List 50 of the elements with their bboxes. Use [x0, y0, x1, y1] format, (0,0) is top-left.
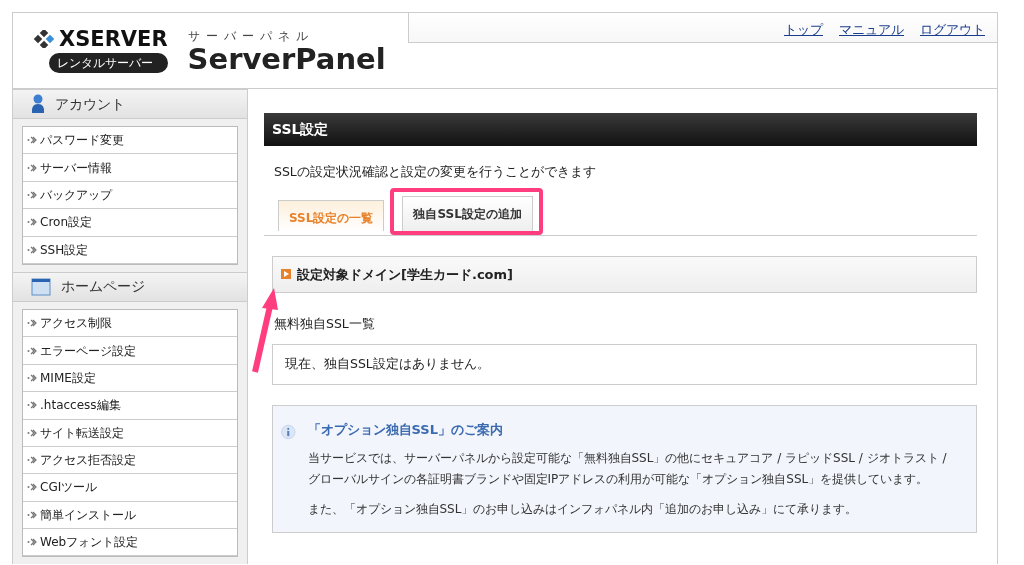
arrow-icon	[27, 373, 37, 382]
panel-title: ServerPanel	[187, 45, 386, 74]
arrow-icon	[27, 456, 37, 465]
sidebar-link[interactable]: バックアップ	[40, 185, 112, 204]
arrow-icon	[27, 245, 37, 254]
arrow-icon	[27, 319, 37, 328]
section-title: アカウント	[55, 94, 125, 114]
arrow-icon	[27, 401, 37, 410]
user-icon	[31, 94, 45, 114]
header-link[interactable]: ログアウト	[920, 20, 985, 40]
header-link[interactable]: トップ	[784, 20, 823, 40]
arrow-icon	[27, 136, 37, 145]
section-title: ホームページ	[61, 277, 145, 297]
info-title: 「オプション独自SSL」のご案内	[307, 420, 504, 439]
arrow-icon	[27, 218, 37, 227]
logo-brand: XSERVER	[59, 28, 168, 50]
header-link[interactable]: マニュアル	[839, 20, 904, 40]
sidebar-link[interactable]: MIME設定	[40, 368, 96, 387]
arrow-icon	[27, 483, 37, 492]
page-title-bar: SSL設定	[264, 113, 977, 146]
sidebar-link[interactable]: エラーページ設定	[40, 341, 136, 360]
arrow-icon	[27, 538, 37, 547]
sidebar-link[interactable]: Webフォント設定	[40, 533, 139, 552]
logo-badge: レンタルサーバー	[49, 52, 168, 73]
sidebar-link[interactable]: CGIツール	[40, 478, 98, 497]
sidebar-link[interactable]: パスワード変更	[40, 131, 124, 150]
sidebar-link[interactable]: アクセス拒否設定	[40, 451, 136, 470]
arrow-icon	[27, 346, 37, 355]
panel-subtitle: サーバーパネル	[187, 28, 315, 45]
logo-icon	[33, 30, 55, 48]
arrow-icon	[27, 190, 37, 199]
info-paragraph: 当サービスでは、サーバーパネルから設定可能な「無料独自SSL」の他にセキュアコア / ラピッドSSL / ジオトラスト / グローバルサインの各証明書ブランドや固定IPアドレスの利用が可能な「オプション独自SSL」を提供しています。	[307, 450, 948, 488]
sidebar-link[interactable]: SSH設定	[40, 240, 89, 259]
sidebar-link[interactable]: .htaccess編集	[40, 396, 121, 415]
sidebar-link[interactable]: アクセス制限	[40, 314, 112, 333]
sidebar-link[interactable]: サイト転送設定	[40, 423, 124, 442]
tab[interactable]: 独自SSL設定の追加	[402, 195, 533, 231]
arrow-icon	[27, 163, 37, 172]
arrow-icon	[27, 510, 37, 519]
page-description: SSLの設定状況確認と設定の変更を行うことができます	[274, 163, 597, 181]
sidebar-link[interactable]: 簡単インストール	[40, 505, 136, 524]
info-paragraph: また、「オプション独自SSL」のお申し込みはインフォパネル内「追加のお申し込み」にて承ります。	[307, 501, 859, 518]
section-label: 無料独自SSL一覧	[274, 314, 376, 333]
sidebar-link[interactable]: Cron設定	[40, 213, 92, 232]
empty-message: 現在、独自SSL設定はありません。	[285, 354, 490, 373]
domain-heading: 設定対象ドメイン[学生カード.com]	[297, 265, 513, 284]
play-icon	[281, 269, 291, 280]
arrow-icon	[27, 428, 37, 437]
sidebar-link[interactable]: サーバー情報	[40, 158, 112, 177]
window-icon	[31, 277, 51, 296]
